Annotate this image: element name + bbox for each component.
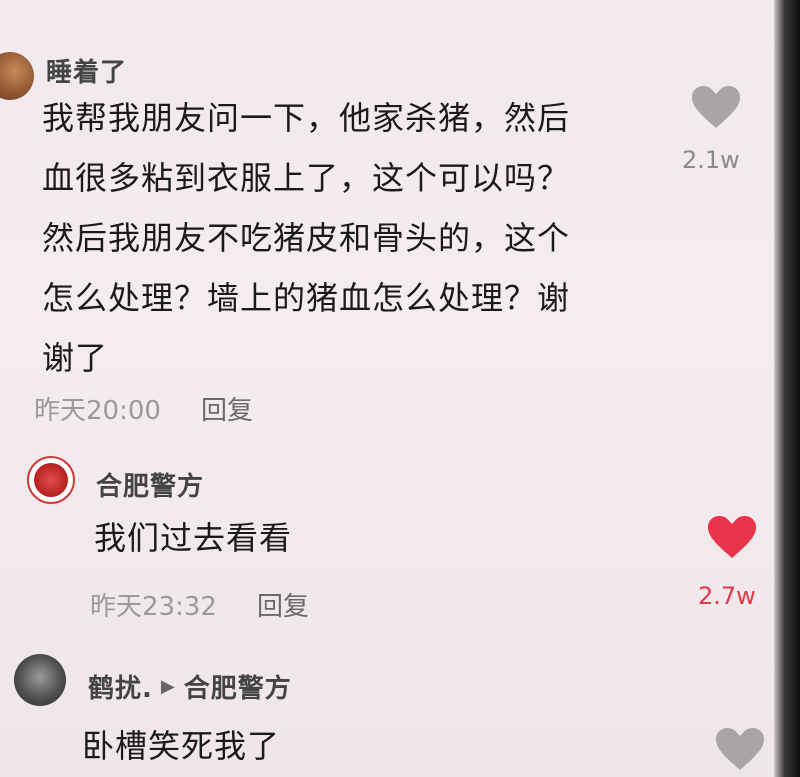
reply-button[interactable]: 回复	[201, 390, 253, 427]
comment-line: 我帮我朋友问一下，他家杀猪，然后	[42, 99, 571, 137]
comment-line: 谢了	[42, 339, 109, 377]
comment-line: 卧槽笑死我了	[82, 727, 281, 765]
comment-time: 昨天20:00	[34, 396, 161, 426]
phone-bezel	[774, 0, 800, 777]
avatar[interactable]	[27, 456, 75, 504]
reply-target-username[interactable]: 合肥警方	[184, 668, 292, 705]
comment-line: 然后我朋友不吃猪皮和骨头的，这个	[42, 219, 571, 257]
comment-line: 血很多粘到衣服上了，这个可以吗？	[42, 159, 571, 197]
comment-line: 我们过去看看	[94, 519, 293, 557]
reply-button[interactable]: 回复	[257, 586, 309, 623]
like-count: 2.7w	[698, 582, 756, 610]
reply-arrow-icon: ▶	[160, 676, 176, 697]
avatar[interactable]	[14, 654, 66, 706]
reply-username[interactable]: 鹤扰.	[88, 668, 153, 705]
comment-username: 鹤扰. ▶ 合肥警方	[88, 668, 292, 705]
avatar[interactable]	[0, 52, 34, 100]
comment-meta: 昨天20:00 回复	[34, 390, 253, 427]
comment-content: 我们过去看看	[94, 508, 292, 568]
comment-username[interactable]: 睡着了	[46, 52, 127, 89]
comment-meta: 昨天23:32 回复	[90, 586, 309, 623]
like-count: 2.1w	[682, 146, 740, 174]
comment-time: 昨天23:32	[90, 592, 217, 622]
comment-item: 合肥警方 我们过去看看 昨天23:32 回复 2.7w	[0, 440, 760, 640]
heart-icon[interactable]	[708, 516, 756, 558]
comment-username[interactable]: 合肥警方	[96, 466, 204, 503]
heart-icon[interactable]	[692, 86, 740, 128]
comment-line: 怎么处理？墙上的猪血怎么处理？谢	[42, 279, 571, 317]
comment-item: 睡着了 我帮我朋友问一下，他家杀猪，然后 血很多粘到衣服上了，这个可以吗？ 然后…	[0, 0, 760, 440]
comment-item: 鹤扰. ▶ 合肥警方 卧槽笑死我了	[0, 640, 764, 777]
heart-icon[interactable]	[716, 728, 764, 770]
comment-content: 卧槽笑死我了	[82, 716, 280, 776]
police-badge-icon	[34, 463, 68, 497]
comment-content: 我帮我朋友问一下，他家杀猪，然后 血很多粘到衣服上了，这个可以吗？ 然后我朋友不…	[42, 88, 570, 388]
